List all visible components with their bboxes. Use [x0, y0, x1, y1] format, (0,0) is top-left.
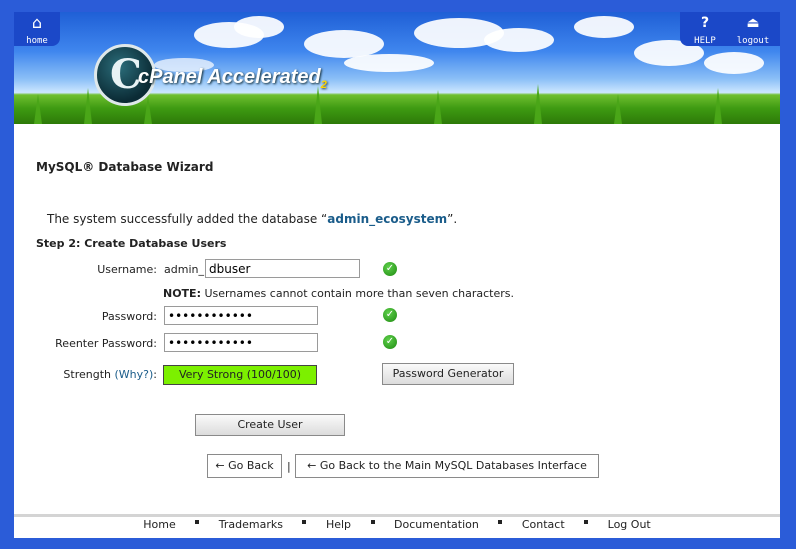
success-message: The system successfully added the databa… [47, 212, 457, 226]
step-heading: Step 2: Create Database Users [36, 237, 227, 250]
footer-link-trademarks[interactable]: Trademarks [219, 518, 283, 531]
password-generator-button[interactable]: Password Generator [382, 363, 514, 385]
username-input[interactable] [205, 259, 360, 278]
reenter-valid-check-icon: ✓ [383, 335, 397, 349]
username-label: Username: [97, 263, 157, 276]
logout-label: logout [736, 36, 770, 46]
username-note: NOTE: Usernames cannot contain more than… [163, 287, 514, 300]
page-frame: C cPanel Accelerated2 ⌂ home ? HELP ⏏ lo… [14, 12, 780, 538]
note-text: Usernames cannot contain more than seven… [200, 287, 515, 300]
strength-label: Strength (Why?): [17, 368, 157, 381]
footer-link-home[interactable]: Home [143, 518, 175, 531]
footer-bullet [302, 520, 307, 524]
strength-colon: : [153, 368, 157, 381]
footer-link-contact[interactable]: Contact [522, 518, 565, 531]
footer-link-documentation[interactable]: Documentation [394, 518, 479, 531]
success-suffix: ”. [447, 212, 458, 226]
database-name: admin_ecosystem [327, 212, 448, 226]
password-strength-meter: Very Strong (100/100) [163, 365, 317, 385]
strength-label-text: Strength [63, 368, 111, 381]
password-input[interactable] [164, 306, 318, 325]
home-label: home [26, 36, 48, 46]
home-button[interactable]: ⌂ home [14, 12, 60, 46]
page-title: MySQL® Database Wizard [36, 160, 214, 174]
nav-separator: | [287, 460, 291, 473]
note-label: NOTE: [163, 287, 201, 300]
help-icon: ? [700, 15, 710, 31]
reenter-password-label: Reenter Password: [55, 337, 157, 350]
password-valid-check-icon: ✓ [383, 308, 397, 322]
header-banner: C cPanel Accelerated2 ⌂ home ? HELP ⏏ lo… [14, 12, 780, 124]
footer-bullet [584, 520, 589, 524]
cpanel-logo: C cPanel Accelerated2 [94, 44, 354, 106]
cpanel-logo-text: cPanel Accelerated2 [138, 66, 327, 91]
go-back-main-button[interactable]: ← Go Back to the Main MySQL Databases In… [295, 454, 599, 478]
go-back-button[interactable]: ← Go Back [207, 454, 282, 478]
logout-button[interactable]: ⏏ logout [730, 12, 776, 46]
home-icon: ⌂ [31, 13, 43, 32]
footer-nav: Home Trademarks Help Documentation Conta… [14, 517, 780, 538]
logout-icon: ⏏ [746, 15, 760, 31]
footer-bullet [370, 520, 375, 524]
reenter-password-input[interactable] [164, 333, 318, 352]
username-valid-check-icon: ✓ [383, 262, 397, 276]
help-label: HELP [694, 36, 716, 46]
footer-bullet [498, 520, 503, 524]
footer-link-logout[interactable]: Log Out [608, 518, 651, 531]
footer-link-help[interactable]: Help [326, 518, 351, 531]
top-right-toolbar: ? HELP ⏏ logout [680, 12, 780, 46]
footer-bullet [195, 520, 200, 524]
password-label: Password: [101, 310, 157, 323]
success-prefix: The system successfully added the databa… [47, 212, 328, 226]
help-button[interactable]: ? HELP [682, 12, 728, 46]
username-prefix: admin_ [164, 263, 204, 276]
create-user-button[interactable]: Create User [195, 414, 345, 436]
why-link[interactable]: (Why?) [115, 368, 154, 381]
